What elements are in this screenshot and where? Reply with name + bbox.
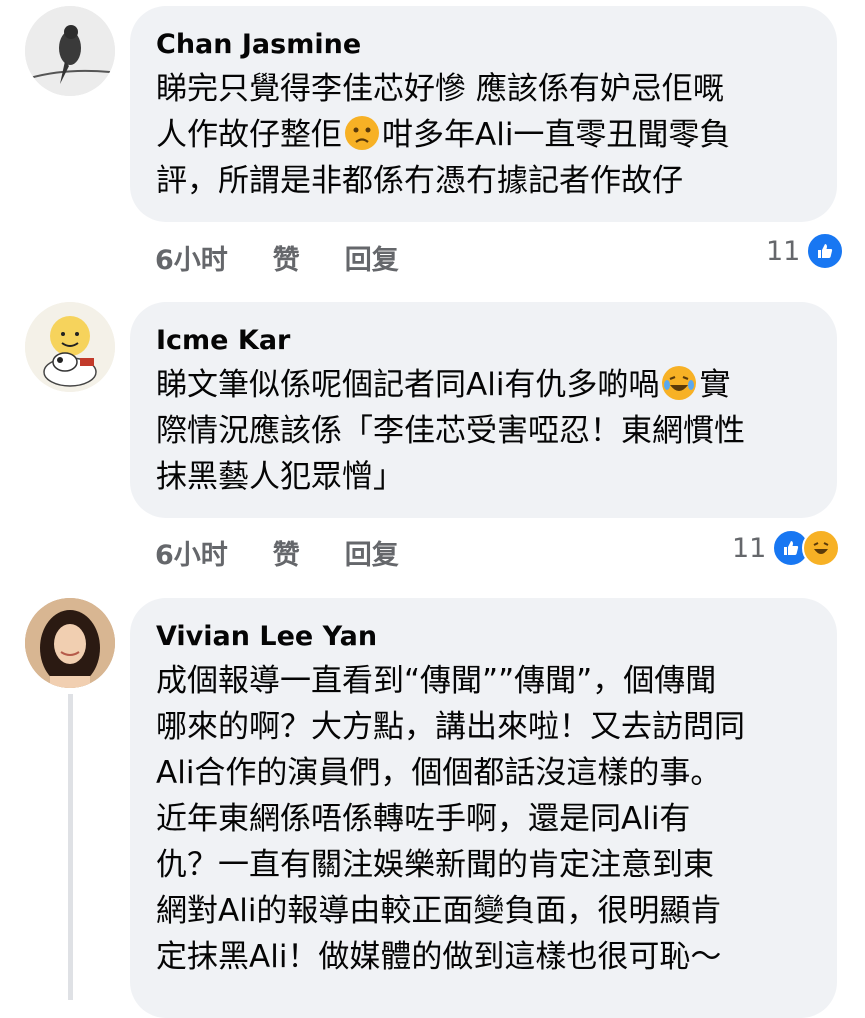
comment-text-segment: 咁多年Ali一直零丑聞零負 xyxy=(382,117,731,153)
comment-actions: 6小时 赞 回复 xyxy=(155,238,444,277)
comment-text-segment: 實 xyxy=(699,367,731,403)
comment-text: 仇？一直有關注娛樂新聞的肯定注意到東 xyxy=(156,847,714,883)
comment-author[interactable]: Vivian Lee Yan xyxy=(156,620,811,654)
comment-actions: 6小时 赞 回复 xyxy=(155,533,444,572)
comment-text: 成個報導一直看到“傳聞””傳聞”，個傳聞 xyxy=(156,663,717,699)
like-button[interactable]: 赞 xyxy=(273,238,300,277)
reply-button[interactable]: 回复 xyxy=(345,238,399,277)
like-reaction-icon xyxy=(806,232,845,270)
comment-bubble: Vivian Lee Yan 成個報導一直看到“傳聞””傳聞”，個傳聞 哪來的啊… xyxy=(130,598,837,1018)
reply-button[interactable]: 回复 xyxy=(345,533,399,572)
reaction-count: 11 xyxy=(732,532,767,564)
comment-author[interactable]: Icme Kar xyxy=(156,324,811,358)
haha-reaction-icon xyxy=(802,529,841,567)
timestamp[interactable]: 6小时 xyxy=(155,238,228,277)
reaction-count: 11 xyxy=(766,235,801,267)
comment-text: 哪來的啊？大方點，講出來啦！又去訪問同 xyxy=(156,709,745,745)
avatar[interactable] xyxy=(25,302,115,392)
worried-face-icon xyxy=(344,115,380,151)
person-avatar-icon xyxy=(25,598,115,688)
comment-text: 近年東網係唔係轉咗手啊，還是同Ali有 xyxy=(156,801,691,837)
comment-text-line: 睇文筆似係呢個記者同Ali有仇多啲喎 實 xyxy=(156,362,811,408)
comment-text: 評，所謂是非都係冇憑冇據記者作故仔 xyxy=(156,163,683,199)
comment-text: Ali合作的演員們，個個都話沒這樣的事。 xyxy=(156,755,722,791)
comment-author[interactable]: Chan Jasmine xyxy=(156,28,811,62)
comment-text: 定抹黑Ali！做媒體的做到這樣也很可恥～ xyxy=(156,939,722,975)
timestamp[interactable]: 6小时 xyxy=(155,533,228,572)
comment-text: 際情況應該係「李佳芯受害啞忍！東網慣性 xyxy=(156,413,745,449)
comment-bubble: Icme Kar 睇文筆似係呢個記者同Ali有仇多啲喎 實 際情況應該係「李佳芯受… xyxy=(130,302,837,518)
comment-text-segment: 睇文筆似係呢個記者同Ali有仇多啲喎 xyxy=(156,367,660,403)
comment-bubble: Chan Jasmine 睇完只覺得李佳芯好慘 應該係有妒忌佢嘅 人作故仔整佢 咁… xyxy=(130,6,837,222)
comment-text: 睇完只覺得李佳芯好慘 應該係有妒忌佢嘅 xyxy=(156,71,724,107)
cartoon-avatar-icon xyxy=(25,302,115,392)
avatar[interactable] xyxy=(25,598,115,688)
tears-of-joy-icon xyxy=(661,365,697,401)
avatar[interactable] xyxy=(25,6,115,96)
bird-avatar-icon xyxy=(25,6,115,96)
like-button[interactable]: 赞 xyxy=(273,533,300,572)
comment-text-line: 人作故仔整佢 咁多年Ali一直零丑聞零負 xyxy=(156,112,811,158)
comment-text-segment: 人作故仔整佢 xyxy=(156,117,342,153)
reply-thread-line xyxy=(68,694,73,1000)
comment-text: 抹黑藝人犯眾憎」 xyxy=(156,459,404,495)
reactions[interactable]: 11 xyxy=(766,232,845,270)
comment-text: 網對Ali的報導由較正面變負面，很明顯肯 xyxy=(156,893,722,929)
reactions[interactable]: 11 xyxy=(732,529,841,567)
